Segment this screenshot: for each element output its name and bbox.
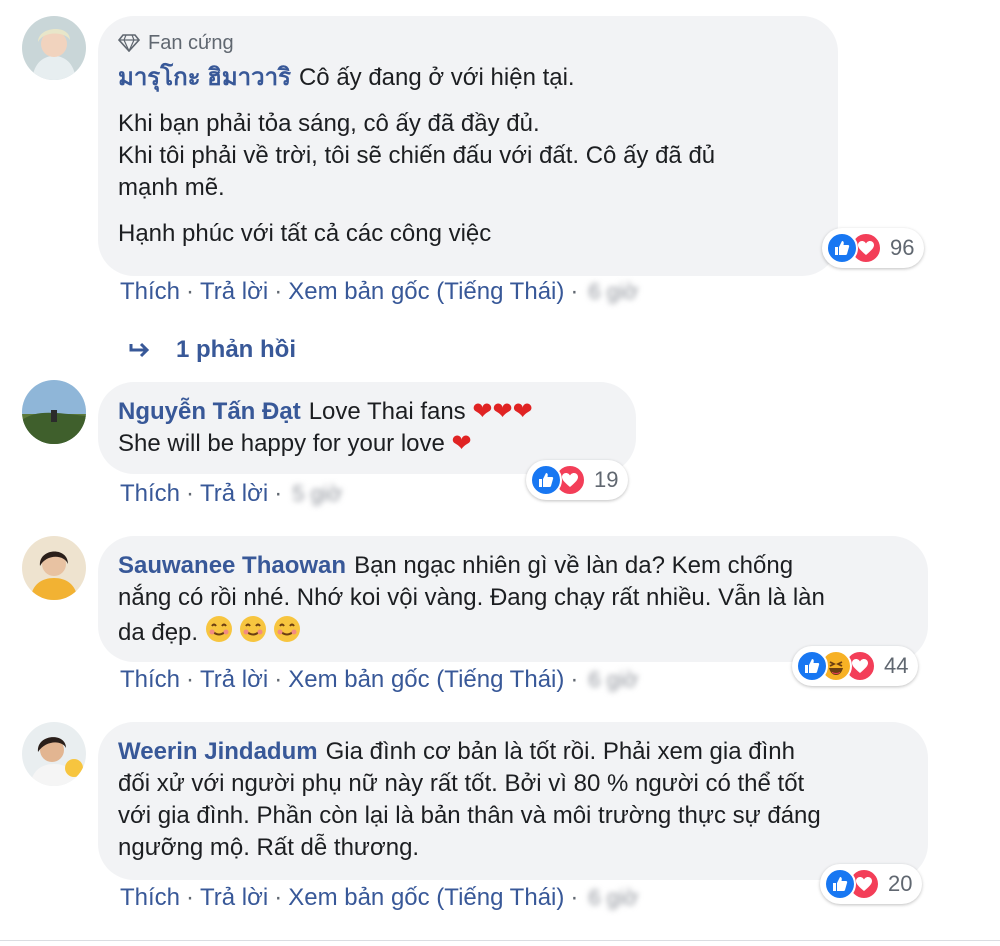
comment-actions: Thích · Trả lời · Xem bản gốc (Tiếng Thá… [120, 884, 638, 912]
reply-link[interactable]: Trả lời [200, 666, 268, 694]
separator-dot: · [274, 278, 283, 305]
timestamp[interactable]: 5 giờ [292, 481, 342, 507]
divider [0, 940, 1000, 941]
see-original-link[interactable]: Xem bản gốc (Tiếng Thái) [288, 884, 564, 912]
comment-author[interactable]: Weerin Jindadum [118, 738, 318, 765]
comment-line: Khi tôi phải về trời, tôi sẽ chiến đấu v… [118, 142, 716, 169]
diamond-icon [118, 34, 140, 52]
reaction-count: 20 [888, 871, 913, 896]
separator-dot: · [274, 480, 283, 507]
comment-text: Nguyễn Tấn Đạt Love Thai fans ❤❤❤ She wil… [118, 396, 614, 460]
like-link[interactable]: Thích [120, 666, 180, 694]
avatar[interactable] [22, 380, 86, 444]
comment-author[interactable]: Sauwanee Thaowan [118, 552, 346, 579]
comment-text: Weerin Jindadum Gia đình cơ bản là tốt rồ… [118, 736, 906, 864]
reaction-count: 44 [884, 653, 909, 678]
like-reaction-icon [824, 868, 856, 900]
comment-line: đối xử với người phụ nữ này rất tốt. Bởi… [118, 770, 805, 797]
separator-dot: · [274, 666, 283, 693]
comment-paragraph: Khi bạn phải tỏa sáng, cô ấy đã đầy đủ. … [118, 108, 816, 204]
separator-dot: · [570, 884, 579, 911]
top-fan-badge: Fan cứng [118, 30, 816, 56]
separator-dot: · [274, 884, 283, 911]
timestamp[interactable]: 6 giờ [588, 885, 638, 911]
comment-actions: Thích · Trả lời · Xem bản gốc (Tiếng Thá… [120, 278, 638, 306]
like-reaction-icon [796, 650, 828, 682]
comment-line: Cô ấy đang ở với hiện tại. [298, 64, 575, 91]
smile-emoji [205, 614, 301, 653]
reaction-summary[interactable]: 20 [820, 864, 923, 904]
reply-arrow-icon [129, 342, 150, 358]
heart-emoji: ❤❤❤ [472, 398, 533, 425]
avatar[interactable] [22, 16, 86, 80]
separator-dot: · [186, 480, 195, 507]
reaction-count: 96 [890, 235, 915, 260]
separator-dot: · [570, 278, 579, 305]
comment-bubble: Sauwanee Thaowan Bạn ngạc nhiên gì về làn… [98, 536, 928, 662]
comment-line: da đẹp. [118, 619, 199, 646]
reaction-summary[interactable]: 44 [792, 646, 919, 686]
reaction-summary[interactable]: 96 [822, 228, 925, 268]
like-reaction-icon [826, 232, 858, 264]
comment-line: với gia đình. Phần còn lại là bản thân v… [118, 802, 821, 829]
separator-dot: · [570, 666, 579, 693]
comment-author[interactable]: Nguyễn Tấn Đạt [118, 398, 301, 425]
comment-actions: Thích · Trả lời · Xem bản gốc (Tiếng Thá… [120, 666, 638, 694]
view-replies-link[interactable]: 1 phản hồi [128, 336, 296, 364]
like-reaction-icon [530, 464, 562, 496]
comment-paragraph: Hạnh phúc với tất cả các công việc [118, 220, 492, 247]
like-link[interactable]: Thích [120, 884, 180, 912]
badge-label: Fan cứng [148, 32, 234, 54]
comment-line: ngưỡng mộ. Rất dễ thương. [118, 834, 420, 861]
comment-bubble: Fan cứng มารุโกะ ฮิมาวาริ Cô ấy đang ở vớ… [98, 16, 838, 276]
see-original-link[interactable]: Xem bản gốc (Tiếng Thái) [288, 278, 564, 306]
comment-actions: Thích · Trả lời · 5 giờ [120, 480, 342, 508]
separator-dot: · [186, 278, 195, 305]
comment-author[interactable]: มารุโกะ ฮิมาวาริ [118, 64, 291, 91]
comment-line: She will be happy for your love [118, 430, 445, 457]
heart-emoji: ❤ [451, 430, 472, 457]
comment-line: Gia đình cơ bản là tốt rồi. Phải xem gia… [325, 738, 795, 765]
reply-link[interactable]: Trả lời [200, 884, 268, 912]
avatar[interactable] [22, 722, 86, 786]
separator-dot: · [186, 666, 195, 693]
separator-dot: · [186, 884, 195, 911]
reaction-count: 19 [594, 467, 619, 492]
comment-line: nắng có rồi nhé. Nhớ koi vội vàng. Đang … [118, 584, 825, 611]
comment-text: มารุโกะ ฮิมาวาริ Cô ấy đang ở với hiện tạ… [118, 62, 816, 94]
reply-link[interactable]: Trả lời [200, 278, 268, 306]
comment-line: Love Thai fans [308, 398, 466, 425]
see-original-link[interactable]: Xem bản gốc (Tiếng Thái) [288, 666, 564, 694]
comment-line: Khi bạn phải tỏa sáng, cô ấy đã đầy đủ. [118, 110, 540, 137]
comment-line: Bạn ngạc nhiên gì về làn da? Kem chống [354, 552, 794, 579]
like-link[interactable]: Thích [120, 480, 180, 508]
timestamp[interactable]: 6 giờ [588, 667, 638, 693]
comment-line: mạnh mẽ. [118, 174, 225, 201]
like-link[interactable]: Thích [120, 278, 180, 306]
comment-text: Sauwanee Thaowan Bạn ngạc nhiên gì về làn… [118, 550, 906, 653]
reply-link[interactable]: Trả lời [200, 480, 268, 508]
avatar[interactable] [22, 536, 86, 600]
replies-count-label[interactable]: 1 phản hồi [176, 336, 296, 364]
timestamp[interactable]: 6 giờ [588, 279, 638, 305]
comment-bubble: Weerin Jindadum Gia đình cơ bản là tốt rồ… [98, 722, 928, 880]
reaction-summary[interactable]: 19 [526, 460, 629, 500]
